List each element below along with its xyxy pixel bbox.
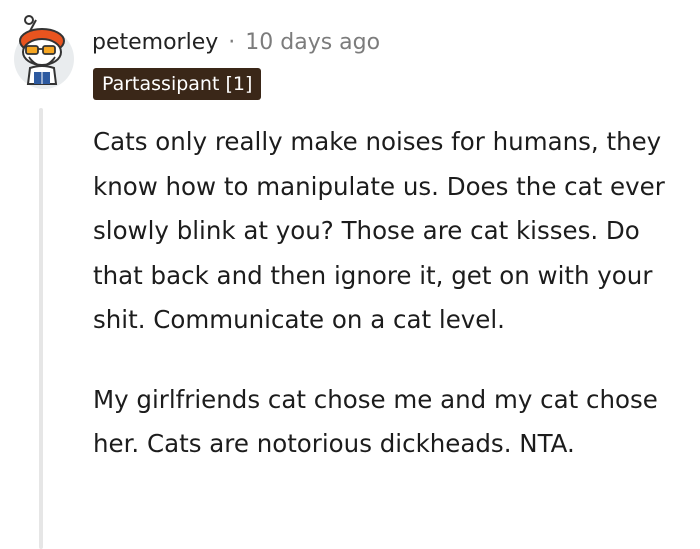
author-username[interactable]: petemorley: [92, 30, 218, 55]
user-avatar[interactable]: [12, 14, 76, 90]
meta-separator: ·: [228, 29, 236, 55]
comment: petemorley · 10 days ago Partassipant [1…: [0, 0, 700, 549]
snoo-avatar-icon: [14, 15, 74, 89]
comment-meta: petemorley · 10 days ago: [92, 26, 380, 58]
comment-timestamp[interactable]: 10 days ago: [245, 30, 380, 55]
comment-body: Cats only really make noises for humans,…: [93, 120, 693, 502]
comment-paragraph: Cats only really make noises for humans,…: [93, 127, 665, 334]
user-flair: Partassipant [1]: [93, 68, 262, 100]
thread-collapse-line[interactable]: [39, 108, 43, 549]
comment-paragraph: My girlfriends cat chose me and my cat c…: [93, 384, 658, 459]
